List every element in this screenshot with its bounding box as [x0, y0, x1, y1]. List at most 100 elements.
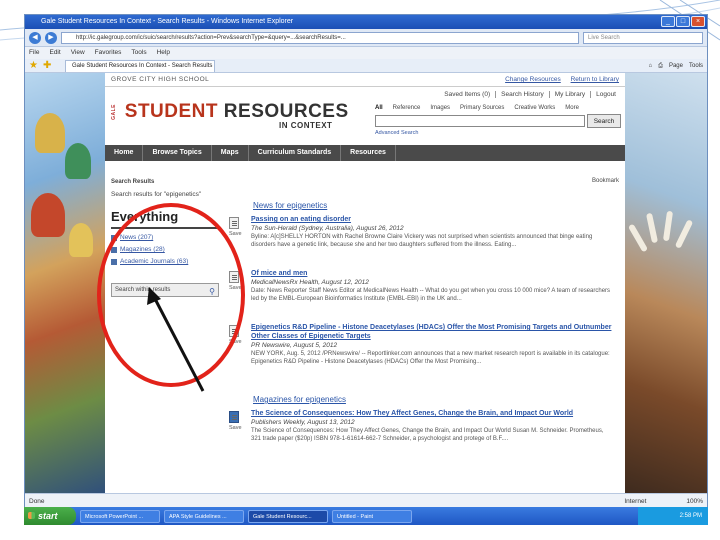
background-image-right	[625, 73, 707, 495]
status-text: Done	[29, 498, 45, 505]
result-title[interactable]: Epigenetics R&D Pipeline - Histone Deace…	[251, 323, 615, 341]
menu-help[interactable]: Help	[157, 47, 170, 59]
result-entry: Passing on an eating disorder The Sun-He…	[251, 215, 615, 249]
nav-home[interactable]: Home	[105, 145, 144, 161]
main-nav: Home Browse Topics Maps Curriculum Stand…	[105, 145, 625, 161]
entry-3-icon[interactable]: Save	[229, 325, 243, 345]
magazine-icon	[229, 411, 239, 423]
facet-heading: Everything	[111, 209, 219, 229]
school-name: GROVE CITY HIGH SCHOOL	[111, 76, 210, 83]
maximize-button[interactable]: □	[676, 16, 690, 27]
result-entry: Of mice and men MedicalNewsRx Health, Au…	[251, 269, 615, 303]
result-snippet: Byline: A[c]SHELLY HORTON with Rachel Br…	[251, 234, 593, 248]
entry-2-icon[interactable]: Save	[229, 271, 243, 291]
minimize-button[interactable]: _	[661, 16, 675, 27]
menu-tools[interactable]: Tools	[131, 47, 146, 59]
result-source: PR Newswire, August 5, 2012	[251, 342, 338, 349]
journal-icon	[111, 258, 117, 265]
nav-browse-topics[interactable]: Browse Topics	[143, 145, 212, 161]
nav-curriculum-standards[interactable]: Curriculum Standards	[249, 145, 342, 161]
document-icon	[229, 217, 239, 229]
favorites-star-icon[interactable]: ★	[29, 60, 43, 71]
menu-edit[interactable]: Edit	[49, 47, 60, 59]
result-source: Publishers Weekly, August 13, 2012	[251, 419, 355, 426]
advanced-search-link[interactable]: Advanced Search	[375, 130, 418, 136]
return-to-library-link[interactable]: Return to Library	[571, 76, 619, 83]
entry-4-icon[interactable]: Save	[229, 411, 243, 431]
logout-link[interactable]: Logout	[590, 91, 621, 98]
school-bar: GROVE CITY HIGH SCHOOL Change Resources …	[105, 73, 625, 87]
taskbar-item[interactable]: APA Style Guidelines ...	[164, 509, 244, 523]
ie-search-input[interactable]: Live Search	[583, 31, 703, 44]
home-icon[interactable]: ⌂	[649, 59, 653, 73]
entry-1-icon[interactable]: Save	[229, 217, 243, 237]
result-entry: Epigenetics R&D Pipeline - Histone Deace…	[251, 323, 615, 366]
search-icon[interactable]: ⚲	[209, 285, 215, 298]
results-query-label: Search results for "epigenetics"	[111, 191, 202, 198]
magazines-section-heading[interactable]: Magazines for epigenetics	[253, 395, 346, 404]
facet-magazines[interactable]: Magazines (28)	[111, 246, 219, 253]
menu-favorites[interactable]: Favorites	[95, 47, 122, 59]
url-field[interactable]: http://ic.galegroup.com/ic/suic/search/r…	[61, 31, 579, 44]
windows-taskbar: start Microsoft PowerPoint ... APA Style…	[24, 507, 708, 525]
result-title[interactable]: Passing on an eating disorder	[251, 215, 615, 224]
taskbar-item[interactable]: Microsoft PowerPoint ...	[80, 509, 160, 523]
scope-images[interactable]: Images	[430, 105, 450, 111]
scope-primary-sources[interactable]: Primary Sources	[460, 105, 504, 111]
breadcrumb: Search Results	[111, 179, 155, 185]
saved-items-link[interactable]: Saved Items (0)	[439, 91, 495, 98]
add-favorite-icon[interactable]: ✚	[43, 60, 57, 71]
system-clock: 2:58 PM	[638, 507, 708, 525]
site-search-input[interactable]	[375, 115, 585, 127]
favorites-bar: ★ ✚ Gale Student Resources In Context - …	[25, 59, 707, 73]
back-button[interactable]: ◀	[29, 31, 41, 44]
change-resources-link[interactable]: Change Resources	[505, 76, 561, 83]
news-section-heading[interactable]: News for epigenetics	[253, 201, 327, 210]
facet-news[interactable]: News (207)	[111, 234, 219, 241]
site-search-button[interactable]: Search	[587, 114, 621, 128]
magazine-icon	[111, 246, 117, 253]
forward-button[interactable]: ▶	[45, 31, 57, 44]
scope-creative-works[interactable]: Creative Works	[514, 105, 555, 111]
menu-view[interactable]: View	[71, 47, 85, 59]
background-image-left	[25, 73, 105, 495]
facet-sidebar: Everything News (207) Magazines (28) Aca…	[111, 209, 219, 297]
result-entry: The Science of Consequences: How They Af…	[251, 409, 615, 443]
nav-maps[interactable]: Maps	[212, 145, 249, 161]
facet-academic-journals[interactable]: Academic Journals (63)	[111, 258, 219, 265]
search-history-link[interactable]: Search History	[495, 91, 549, 98]
start-button[interactable]: start	[24, 507, 76, 525]
taskbar-item[interactable]: Untitled - Paint	[332, 509, 412, 523]
menu-file[interactable]: File	[29, 47, 39, 59]
bookmark-link[interactable]: Bookmark	[592, 178, 619, 184]
document-icon	[229, 325, 239, 337]
logo-in-context: IN CONTEXT	[279, 121, 333, 130]
result-title[interactable]: The Science of Consequences: How They Af…	[251, 409, 615, 418]
result-title[interactable]: Of mice and men	[251, 269, 615, 278]
close-button[interactable]: ×	[691, 16, 705, 27]
site-logo[interactable]: GALE STUDENT RESOURCES IN CONTEXT	[111, 101, 349, 130]
search-within-input[interactable]: Search within results ⚲	[111, 283, 219, 297]
news-icon	[111, 234, 117, 241]
nav-resources[interactable]: Resources	[341, 145, 396, 161]
result-snippet: Date: News Reporter Staff News Editor at…	[251, 288, 611, 302]
scope-all[interactable]: All	[375, 105, 383, 111]
scope-more[interactable]: More	[565, 105, 579, 111]
window-titlebar: Gale Student Resources In Context - Sear…	[25, 15, 707, 29]
search-scope-tabs: All Reference Images Primary Sources Cre…	[375, 105, 579, 111]
tools-menu[interactable]: Tools	[689, 59, 703, 73]
print-icon[interactable]: ⎙	[658, 59, 663, 73]
result-source: MedicalNewsRx Health, August 12, 2012	[251, 279, 369, 286]
page-menu[interactable]: Page	[669, 59, 683, 73]
logo-resources: RESOURCES	[223, 101, 349, 122]
site-header: Saved Items (0) Search History My Librar…	[105, 87, 625, 145]
scope-reference[interactable]: Reference	[393, 105, 421, 111]
document-icon	[229, 271, 239, 283]
taskbar-item-active[interactable]: Gale Student Resourc...	[248, 509, 328, 523]
my-library-link[interactable]: My Library	[548, 91, 590, 98]
browser-tab[interactable]: Gale Student Resources In Context - Sear…	[65, 59, 215, 72]
browser-window: Gale Student Resources In Context - Sear…	[24, 14, 708, 510]
window-title: Gale Student Resources In Context - Sear…	[41, 18, 294, 25]
gale-logo-text: GALE	[111, 104, 117, 120]
result-source: The Sun-Herald (Sydney, Australia), Augu…	[251, 225, 404, 232]
